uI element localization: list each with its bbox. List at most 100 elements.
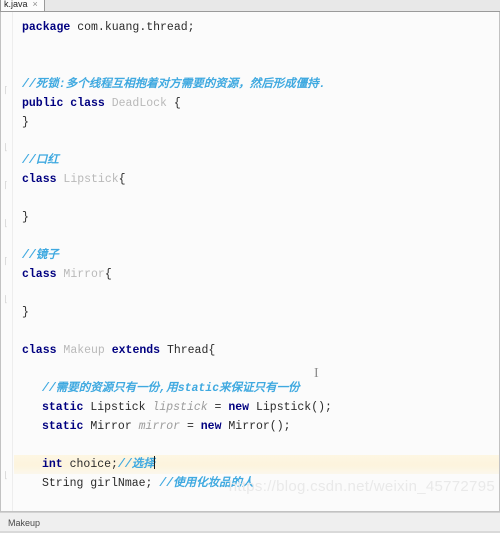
code-line[interactable]: String girlNmae; //使用化妆品的人 (14, 474, 499, 493)
code-token-plain: { (118, 173, 126, 186)
code-fold-marker[interactable]: ⌊ (3, 472, 11, 481)
code-token-plain: = (207, 401, 229, 414)
code-token-cmt: //镜子 (22, 249, 59, 262)
code-token-kw: static (42, 420, 84, 433)
code-line-text: } (22, 116, 29, 129)
text-caret (153, 456, 155, 469)
code-line-text: } (22, 306, 29, 319)
code-line[interactable]: class Mirror{ (14, 265, 499, 284)
code-line[interactable]: class Makeup extends Thread{ (14, 341, 499, 360)
code-token-cmt: //口红 (22, 154, 59, 167)
editor-tab-strip: k.java × (0, 0, 500, 12)
code-token-cmt: //选择 (117, 458, 155, 471)
code-token-kw: static (42, 401, 84, 414)
code-token-plain: choice; (62, 458, 118, 471)
code-line[interactable] (14, 493, 499, 511)
code-token-plain: String girlNmae; (42, 477, 160, 490)
code-line[interactable]: //口红 (14, 151, 499, 170)
code-line[interactable]: } (14, 303, 499, 322)
code-line[interactable] (14, 360, 499, 379)
code-line-text: //需要的资源只有一份,用static来保证只有一份 (22, 382, 300, 395)
code-line[interactable]: } (14, 113, 499, 132)
editor-gutter[interactable]: ⌈ ⌊ ⌈ ⌊ ⌈ ⌊ ⌊ (1, 12, 13, 511)
code-token-plain: com.kuang.thread; (70, 21, 195, 34)
code-token-cls: Lipstick (56, 173, 119, 186)
code-line-text: static Lipstick lipstick = new Lipstick(… (22, 401, 332, 414)
code-token-cmt: //死锁:多个线程互相抱着对方需要的资源，然后形成僵持. (22, 78, 326, 91)
code-token-kw: class (22, 268, 57, 281)
code-line[interactable]: package com.kuang.thread; (14, 18, 499, 37)
code-token-plain: } (22, 116, 29, 129)
code-line[interactable] (14, 227, 499, 246)
code-token-plain: = (180, 420, 201, 433)
code-token-fld: lipstick (152, 401, 208, 414)
code-content[interactable]: package com.kuang.thread; //死锁:多个线程互相抱着对方… (14, 12, 499, 511)
code-line[interactable]: public class DeadLock { (14, 94, 499, 113)
code-fold-marker[interactable]: ⌊ (3, 296, 11, 305)
code-token-kw: class (22, 173, 57, 186)
code-line[interactable]: static Lipstick lipstick = new Lipstick(… (14, 398, 499, 417)
code-token-cls: DeadLock (104, 97, 167, 110)
code-line[interactable] (14, 436, 499, 455)
code-fold-marker[interactable]: ⌊ (3, 144, 11, 153)
close-icon[interactable]: × (33, 0, 38, 9)
code-line-text: //口红 (22, 154, 59, 167)
code-line[interactable]: //需要的资源只有一份,用static来保证只有一份 (14, 379, 499, 398)
code-line-text: class Mirror{ (22, 268, 112, 281)
code-token-fld: mirror (138, 420, 181, 433)
code-token-kw: new (200, 420, 222, 433)
code-line[interactable] (14, 56, 499, 75)
code-token-kw: class (22, 344, 57, 357)
code-token-plain: Lipstick (83, 401, 153, 414)
code-fold-marker[interactable]: ⌈ (3, 87, 11, 96)
code-fold-marker[interactable]: ⌊ (3, 220, 11, 229)
code-line[interactable] (14, 322, 499, 341)
code-token-cls: Makeup (56, 344, 112, 357)
code-token-plain: { (104, 268, 112, 281)
code-line[interactable]: class Lipstick{ (14, 170, 499, 189)
code-token-kw: public class (22, 97, 105, 110)
code-line[interactable] (14, 132, 499, 151)
code-line[interactable] (14, 284, 499, 303)
editor-tab-deadlock-java[interactable]: k.java × (0, 0, 45, 11)
code-token-kw: extends (111, 344, 161, 357)
code-fold-marker[interactable]: ⌈ (3, 182, 11, 191)
code-token-plain: } (22, 211, 29, 224)
code-token-kw: int (42, 458, 63, 471)
code-token-cmt: //使用化妆品的人 (159, 477, 254, 490)
code-line-text: int choice;//选择 (22, 456, 155, 471)
editor-tab-label: k.java (4, 0, 28, 9)
code-line-text: package com.kuang.thread; (22, 21, 195, 34)
code-line[interactable] (14, 37, 499, 56)
code-line-text: static Mirror mirror = new Mirror(); (22, 420, 291, 433)
code-line[interactable] (14, 189, 499, 208)
status-bar-context: Makeup (8, 518, 41, 528)
code-line-text: class Lipstick{ (22, 173, 126, 186)
code-line-text: class Makeup extends Thread{ (22, 344, 215, 357)
code-token-plain: Mirror(); (221, 420, 291, 433)
code-token-cmt: //需要的资源只有一份,用static来保证只有一份 (42, 382, 300, 395)
code-line[interactable]: static Mirror mirror = new Mirror(); (14, 417, 499, 436)
status-bar: Makeup (0, 512, 500, 533)
code-line-current[interactable]: int choice;//选择 (14, 455, 499, 474)
code-line[interactable]: } (14, 208, 499, 227)
code-token-cls: Mirror (56, 268, 105, 281)
code-token-plain: { (166, 97, 181, 110)
code-line-text: public class DeadLock { (22, 97, 181, 110)
code-line-text: //死锁:多个线程互相抱着对方需要的资源，然后形成僵持. (22, 78, 326, 91)
ide-window: k.java × ⌈ ⌊ ⌈ ⌊ ⌈ ⌊ ⌊ package com.kuang.threa… (0, 0, 500, 533)
code-line[interactable]: //镜子 (14, 246, 499, 265)
code-line[interactable]: //死锁:多个线程互相抱着对方需要的资源，然后形成僵持. (14, 75, 499, 94)
code-line-text: } (22, 211, 29, 224)
code-line-text: String girlNmae; //使用化妆品的人 (22, 477, 254, 490)
code-token-kw: package (22, 21, 71, 34)
code-fold-marker[interactable]: ⌈ (3, 258, 11, 267)
code-token-plain: Thread{ (160, 344, 216, 357)
code-editor[interactable]: ⌈ ⌊ ⌈ ⌊ ⌈ ⌊ ⌊ package com.kuang.thread; //死锁:多个… (0, 12, 500, 512)
code-token-plain: } (22, 306, 29, 319)
code-token-plain: Lipstick(); (249, 401, 332, 414)
code-token-kw: new (228, 401, 250, 414)
code-token-plain: Mirror (83, 420, 139, 433)
